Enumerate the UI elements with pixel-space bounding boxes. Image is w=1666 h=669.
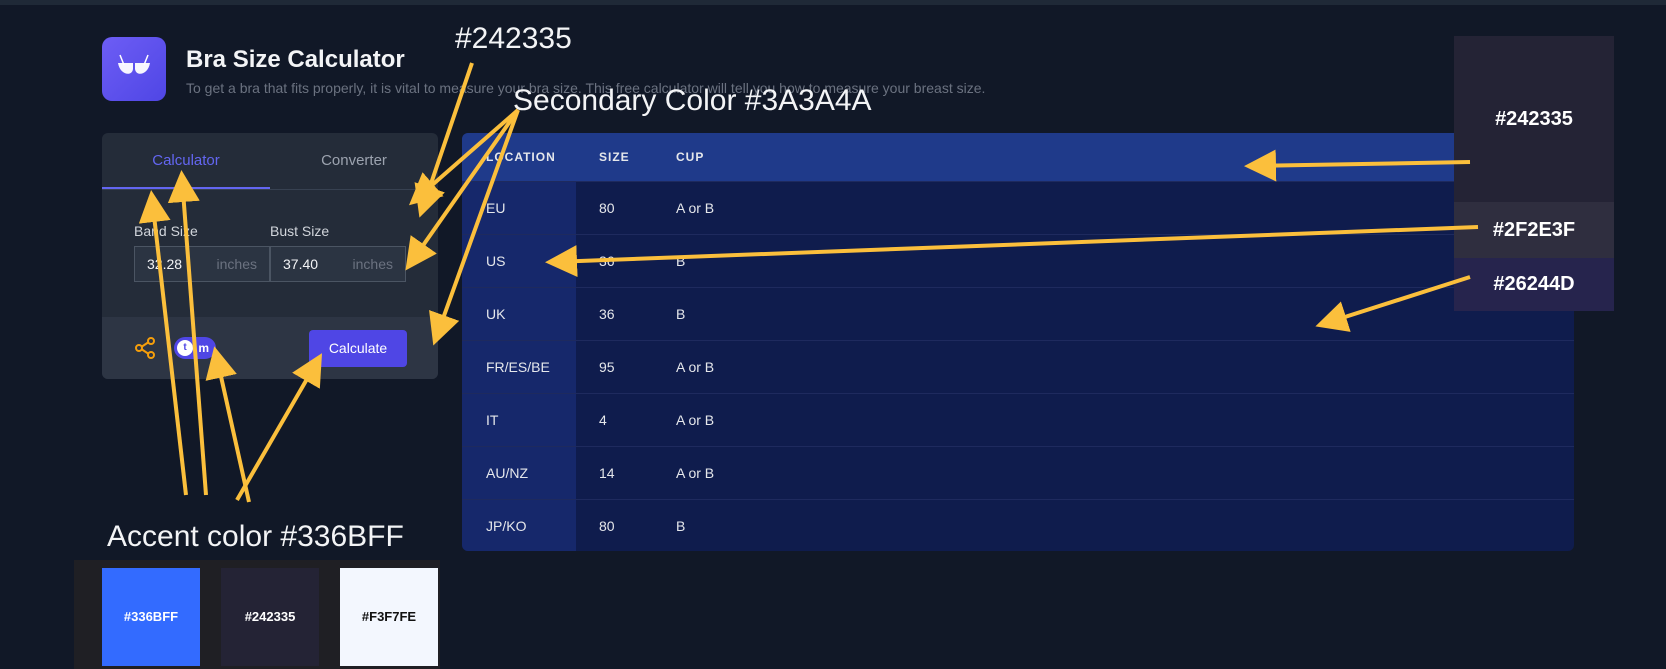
annotation-arrows <box>138 62 1479 503</box>
